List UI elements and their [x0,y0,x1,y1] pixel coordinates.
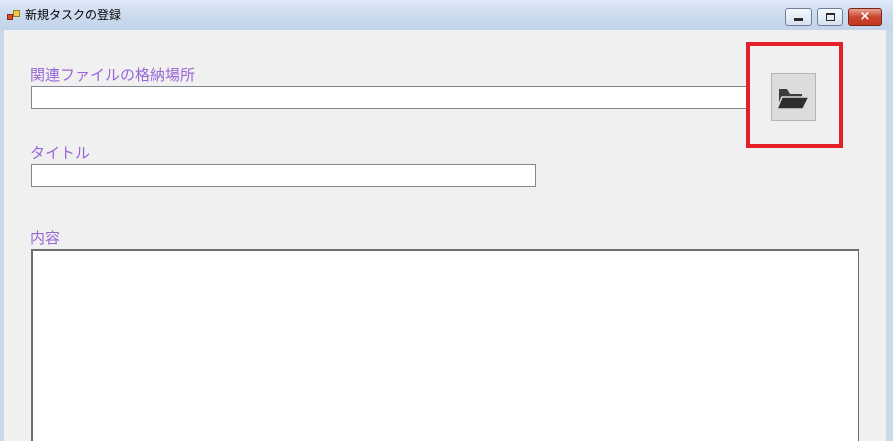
minimize-icon [794,18,803,21]
window-title: 新規タスクの登録 [25,8,122,22]
related-file-location-input[interactable] [31,86,749,109]
title-label: タイトル [30,144,91,162]
form-client-area: 関連ファイルの格納場所 タイトル 内容 [4,30,886,441]
title-bar[interactable]: 新規タスクの登録 × [0,0,893,30]
task-registration-window: 新規タスクの登録 × 関連ファイルの格納場所 タイトル 内容 [0,0,893,441]
folder-button-highlight [746,42,843,148]
maximize-button[interactable] [817,8,843,26]
title-input[interactable] [31,164,536,187]
content-label: 内容 [30,229,61,247]
close-button[interactable]: × [848,8,882,26]
app-icon [7,10,20,21]
close-icon: × [859,9,871,24]
minimize-button[interactable] [785,8,812,26]
content-textarea[interactable] [31,249,859,441]
related-file-location-label: 関連ファイルの格納場所 [30,66,196,84]
maximize-icon [826,13,835,21]
